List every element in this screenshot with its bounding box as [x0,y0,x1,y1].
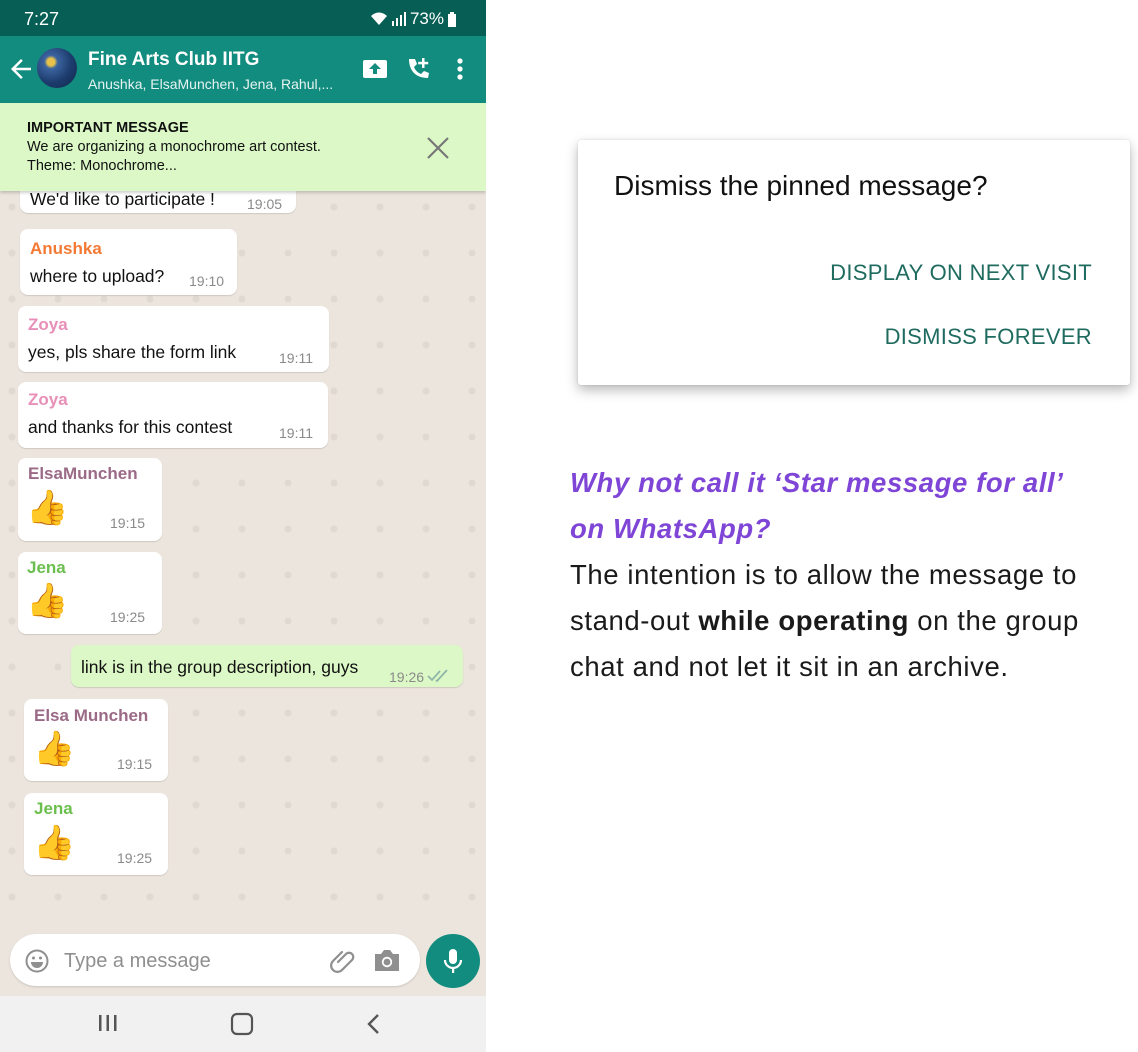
phone-screen: 7:27 73% Fine Arts Club IITG Anushka, El… [0,0,486,1052]
pinned-text-line: Theme: Monochrome... [27,158,177,174]
note-question-line: Why not call it ‘Star message for all’ [570,467,1064,498]
note-body-bold: while operating [698,605,909,636]
message-time: 19:25 [110,609,146,625]
group-avatar[interactable] [37,48,77,88]
message-sender: Zoya [28,315,68,334]
status-time: 7:27 [24,9,60,29]
dialog-title: Dismiss the pinned message? [614,170,988,201]
thumbs-up-emoji: 👍 [33,824,76,862]
outgoing-message-bubble[interactable]: link is in the group description, guys 1… [71,645,463,687]
pinned-text-line: We are organizing a monochrome art conte… [27,139,321,155]
mic-icon [443,949,463,973]
message-time: 19:11 [279,350,313,366]
add-call-icon[interactable] [403,54,433,84]
double-check-icon [427,669,448,683]
thumbs-up-emoji: 👍 [33,730,76,768]
status-right: 73% [370,9,456,29]
message-sender: Zoya [28,390,68,409]
message-time: 19:10 [189,273,225,289]
message-bubble[interactable]: Zoya yes, pls share the form link 19:11 [18,306,329,372]
display-next-visit-button[interactable]: DISPLAY ON NEXT VISIT [830,260,1092,286]
message-text: We'd like to participate ! [30,189,215,209]
message-bubble[interactable]: Anushka where to upload? 19:10 [20,229,237,295]
message-bubble[interactable]: ElsaMunchen 👍 19:15 [18,458,162,541]
message-sender: Jena [27,558,66,577]
home-icon[interactable] [230,1012,254,1036]
camera-icon[interactable] [372,947,402,973]
message-text: and thanks for this contest [28,417,233,437]
message-sender: Elsa Munchen [34,706,149,725]
back-icon[interactable] [364,1012,384,1036]
message-text: link is in the group description, guys [81,657,359,677]
design-note: Why not call it ‘Star message for all’ on… [570,460,1110,690]
message-bubble[interactable]: Zoya and thanks for this contest 19:11 [18,382,328,448]
message-time: 19:15 [117,756,153,772]
message-text: where to upload? [30,266,165,286]
voice-record-button[interactable] [426,934,480,988]
dismiss-forever-button[interactable]: DISMISS FOREVER [885,324,1092,350]
group-title[interactable]: Fine Arts Club IITG [88,49,259,71]
message-time: 19:25 [117,850,153,866]
chat-header: Fine Arts Club IITG Anushka, ElsaMunchen… [0,36,486,103]
note-question-line: on WhatsApp? [570,513,772,544]
message-sender: Anushka [30,239,102,258]
battery-icon [448,11,456,27]
thumbs-up-emoji: 👍 [26,582,69,620]
status-bar: 7:27 73% [0,0,486,36]
pinned-message-banner[interactable]: IMPORTANT MESSAGE We are organizing a mo… [0,103,486,191]
wifi-icon [370,12,387,25]
message-text: yes, pls share the form link [28,342,237,362]
upload-icon[interactable] [360,54,390,84]
recents-icon[interactable] [96,1013,120,1033]
signal-icon [391,12,406,26]
message-bubble[interactable]: Elsa Munchen 👍 19:15 [24,699,168,781]
pinned-heading: IMPORTANT MESSAGE [27,120,189,136]
note-question: Why not call it ‘Star message for all’ on… [570,467,1063,544]
message-time: 19:05 [247,196,283,212]
battery-percent: 73% [409,9,444,28]
close-icon[interactable] [425,135,451,161]
thumbs-up-emoji: 👍 [26,489,69,527]
back-arrow-icon[interactable] [6,54,36,84]
message-composer [10,934,420,986]
message-input[interactable] [62,944,326,978]
message-sender: ElsaMunchen [28,464,138,483]
chat-area[interactable]: We'd like to participate ! 19:05 Anushka… [0,103,486,933]
dismiss-pinned-dialog: Dismiss the pinned message? DISPLAY ON N… [578,140,1130,385]
system-nav-bar [0,996,486,1052]
message-time: 19:15 [110,515,146,531]
message-bubble[interactable]: Jena 👍 19:25 [24,793,168,875]
more-vert-icon[interactable] [446,54,476,84]
group-members[interactable]: Anushka, ElsaMunchen, Jena, Rahul,... [88,76,333,92]
message-bubble[interactable]: Jena 👍 19:25 [18,552,162,634]
emoji-icon[interactable] [24,948,50,974]
message-sender: Jena [34,799,73,818]
message-time: 19:11 [279,425,313,441]
message-time: 19:26 [389,669,425,685]
attach-icon[interactable] [330,947,358,975]
